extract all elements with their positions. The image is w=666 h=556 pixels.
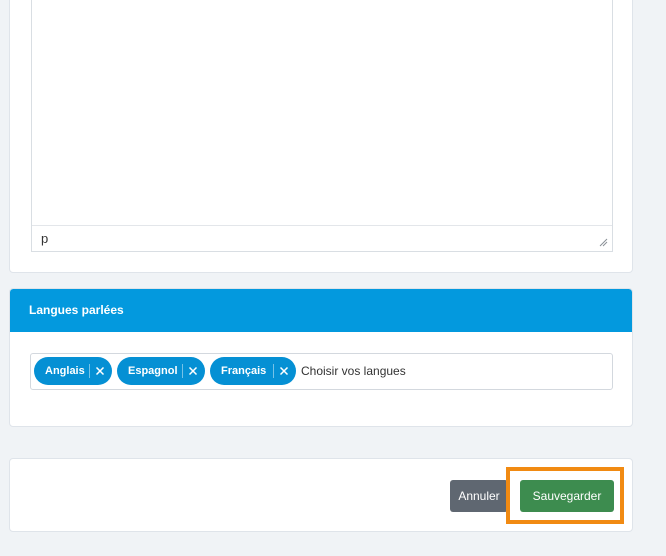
editor-statusbar: p [32, 225, 612, 251]
tag-label: Anglais [45, 365, 85, 377]
remove-tag-icon[interactable] [278, 365, 290, 377]
resize-handle-icon[interactable] [598, 237, 608, 247]
tag-espagnol: Espagnol [117, 357, 205, 385]
tag-label: Français [221, 365, 267, 377]
languages-header: Langues parlées [10, 289, 632, 332]
tag-anglais: Anglais [34, 357, 112, 385]
form-actions-card: Annuler Sauvegarder [9, 458, 633, 532]
cancel-button[interactable]: Annuler [450, 480, 508, 512]
languages-card: Langues parlées Anglais Espagnol Françai… [9, 288, 633, 427]
editor-element-path[interactable]: p [41, 231, 48, 246]
rich-text-editor[interactable]: p [31, 0, 613, 252]
tag-label: Espagnol [128, 365, 178, 377]
remove-tag-icon[interactable] [94, 365, 106, 377]
languages-search-placeholder[interactable]: Choisir vos langues [301, 364, 406, 378]
description-card: p [9, 0, 633, 273]
languages-tag-input[interactable]: Anglais Espagnol Français Choisir vos la… [30, 353, 613, 390]
remove-tag-icon[interactable] [187, 365, 199, 377]
tag-francais: Français [210, 357, 296, 385]
save-button[interactable]: Sauvegarder [520, 480, 614, 512]
